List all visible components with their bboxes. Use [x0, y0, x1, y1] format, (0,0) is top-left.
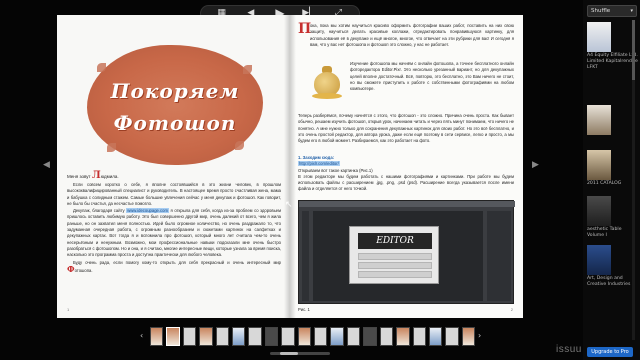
intro-text: ока, пока мы хотим научиться красиво офо…	[310, 23, 514, 47]
mid-text: Теперь разберёмся, почему начнётся с это…	[298, 113, 514, 144]
publication-cover	[587, 105, 611, 135]
chevron-down-icon: ▾	[630, 8, 633, 14]
next-page-arrow-icon[interactable]: ▶	[532, 160, 539, 170]
paragraph-lead: Декупаж, благодаря сайту	[73, 208, 125, 214]
paragraph-rest: я открыла для себя, когда из-за проблем …	[67, 208, 282, 258]
publication-cover	[587, 196, 611, 226]
page-thumbnail[interactable]	[314, 327, 328, 346]
page-thumbnail[interactable]	[281, 327, 295, 346]
title-line-1: Покоряем	[110, 79, 240, 103]
left-page: Покоряем Фотошоп Меня зовут Людмила. Есл…	[57, 15, 290, 318]
step-link[interactable]: http://pixlr.com/editor/	[298, 161, 340, 167]
right-page: П ока, пока мы хотим научиться красиво о…	[290, 15, 523, 318]
editor-screenshot: EDITOR	[298, 200, 515, 304]
page-thumbnail[interactable]	[379, 327, 394, 346]
screenshot-panel	[487, 211, 511, 301]
publication-cover	[587, 245, 611, 275]
sort-label: Shuffle	[591, 8, 611, 14]
title-artwork: Покоряем Фотошоп	[87, 45, 263, 165]
thumbnail-strip	[150, 327, 476, 346]
page-thumbnail[interactable]	[461, 327, 476, 346]
page-thumbnail[interactable]	[182, 327, 197, 346]
page-thumbnail[interactable]	[215, 327, 230, 346]
page-thumbnail[interactable]	[166, 327, 180, 346]
step-text: В этом редакторе мы будем работать с наш…	[298, 173, 514, 192]
side-text: Изучение фотошопа мы начнём с онлайн фот…	[350, 61, 514, 92]
greeting-dropcap: Л	[91, 170, 101, 181]
issuu-logo[interactable]: issuu	[556, 344, 582, 355]
dialog-option	[358, 262, 432, 269]
sidebar-scrollbar[interactable]	[632, 20, 635, 340]
page-thumbnail[interactable]	[232, 327, 246, 346]
thumbnails-next-icon[interactable]: ›	[478, 331, 481, 340]
thumbnail-scrubber[interactable]	[270, 352, 330, 355]
greeting-rest: юдмила.	[100, 174, 119, 179]
screenshot-toolbar	[302, 211, 309, 301]
mouse-cursor-icon: ↖	[285, 200, 293, 210]
greeting: Меня зовут Людмила.	[67, 170, 119, 181]
page-thumbnail[interactable]	[330, 327, 344, 346]
leaf-decoration	[235, 141, 244, 150]
closing-dropcap: Ф	[67, 263, 75, 274]
scrubber-knob[interactable]	[280, 352, 298, 355]
left-body-text: Если совсем коротко о себе, я вполне сос…	[67, 182, 281, 275]
closing-text: Буду очень рада, если помогу кому-то отк…	[73, 259, 281, 265]
leaf-decoration	[243, 65, 252, 74]
dialog-option	[358, 271, 432, 278]
previous-page-arrow-icon[interactable]: ◀	[43, 160, 50, 170]
page-thumbnail[interactable]	[412, 327, 426, 346]
publication-cover	[587, 150, 611, 180]
page-thumbnail[interactable]	[445, 327, 459, 346]
screenshot-menubar	[299, 201, 515, 207]
dialog-option	[358, 253, 432, 260]
page-thumbnail[interactable]	[150, 327, 164, 346]
money-bag-image	[312, 62, 342, 100]
paragraph: Декупаж, благодаря сайту www.idecoupage.…	[67, 208, 281, 258]
site-link[interactable]: www.idecoupage.com	[126, 208, 169, 214]
issuu-reader: ▦ ◀ ▶ ▶▏ ⤢ ◀ ▶ Покоряем Фотошоп Меня зов…	[0, 0, 640, 360]
page-thumbnail[interactable]	[297, 327, 312, 346]
page-thumbnail[interactable]	[396, 327, 410, 346]
paragraph: Если совсем коротко о себе, я вполне сос…	[67, 182, 281, 206]
page-thumbnail[interactable]	[428, 327, 443, 346]
leaf-decoration	[107, 143, 116, 152]
paragraph: Буду очень рада, если помогу кому-то отк…	[67, 260, 281, 275]
page-thumbnail[interactable]	[264, 327, 279, 346]
step-block: 1. Заходим сюда: http://pixlr.com/editor…	[298, 155, 514, 193]
figure-caption: Рис. 1	[298, 307, 310, 312]
scrollbar-thumb[interactable]	[632, 20, 635, 80]
sort-dropdown[interactable]: Shuffle ▾	[587, 5, 637, 17]
title-line-2: Фотошоп	[113, 111, 237, 135]
greeting-prefix: Меня зовут	[67, 174, 91, 179]
page-number: 2	[510, 307, 513, 312]
page-number: 1	[67, 307, 70, 312]
publication-cover	[587, 22, 611, 52]
closing-word: отошопа.	[74, 267, 93, 273]
page-thumbnail[interactable]	[248, 327, 262, 346]
screenshot-logo: EDITOR	[358, 233, 432, 249]
leaf-decoration	[97, 63, 106, 72]
page-thumbnail[interactable]	[363, 327, 377, 346]
upgrade-button[interactable]: Upgrade to Pro	[587, 347, 633, 357]
screenshot-dialog: EDITOR	[349, 226, 439, 284]
page-thumbnail[interactable]	[199, 327, 213, 346]
page-thumbnail[interactable]	[346, 327, 361, 346]
thumbnails-prev-icon[interactable]: ‹	[140, 331, 143, 340]
